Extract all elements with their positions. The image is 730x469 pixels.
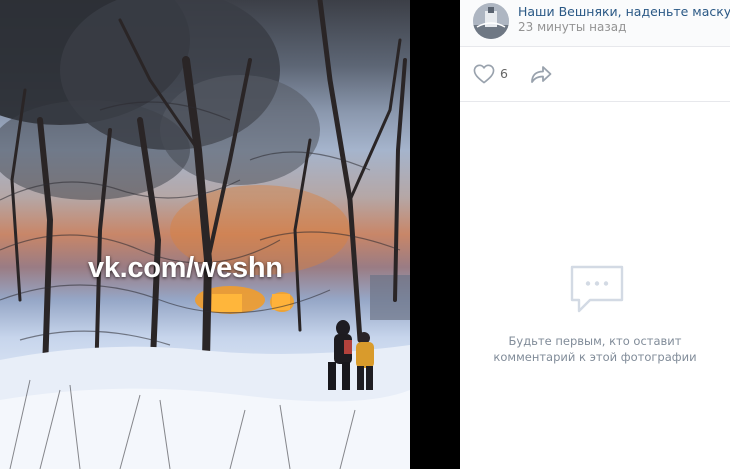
photo-sidebar: Наши Вешняки, наденьте маску 23 минуты н… [460,0,730,469]
photo-scene [0,0,410,469]
post-actions: 6 [460,47,730,102]
avatar-image [473,3,509,39]
post-author-link[interactable]: Наши Вешняки, наденьте маску [518,4,730,19]
post-header: Наши Вешняки, наденьте маску 23 минуты н… [460,0,730,47]
share-arrow-icon[interactable] [529,63,553,85]
photo-viewer: vk.com/weshn Наши Вешняки, наденьте маск… [0,0,730,469]
photo[interactable]: vk.com/weshn [0,0,410,469]
photo-area[interactable]: vk.com/weshn [0,0,460,469]
empty-comments-line-2: комментарий к этой фотографии [493,350,697,364]
community-avatar[interactable] [473,3,509,39]
comment-bubble-icon [570,265,624,313]
heart-outline-icon[interactable] [473,64,495,84]
post-time[interactable]: 23 минуты назад [518,20,626,34]
photo-watermark: vk.com/weshn [88,252,283,284]
empty-comments-line-1: Будьте первым, кто оставит [508,334,682,348]
like-count[interactable]: 6 [500,66,508,81]
empty-comments-text: Будьте первым, кто оставит комментарий к… [460,333,730,365]
